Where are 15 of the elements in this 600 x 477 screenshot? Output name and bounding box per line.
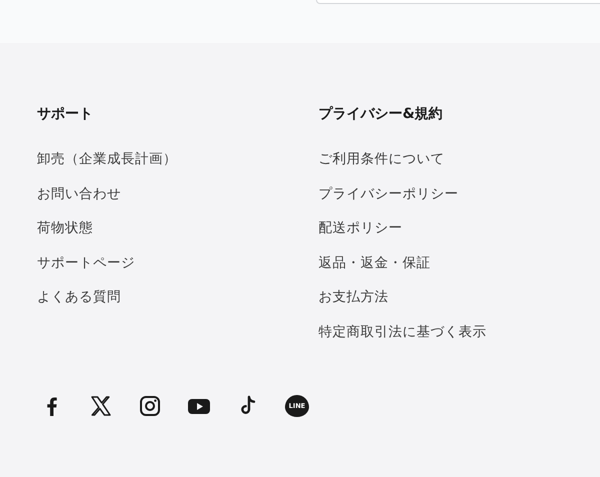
footer-link[interactable]: 特定商取引法に基づく表示 bbox=[318, 322, 486, 342]
column-heading: プライバシー&規約 bbox=[318, 105, 443, 123]
column-heading: サポート bbox=[37, 105, 93, 123]
footer-link[interactable]: サポートページ bbox=[37, 252, 135, 273]
footer-link[interactable]: 返品・返金・保証 bbox=[318, 252, 430, 273]
footer-link[interactable]: 配送ポリシー bbox=[318, 218, 402, 238]
footer-link[interactable]: 荷物状態 bbox=[37, 218, 93, 238]
instagram-icon[interactable] bbox=[138, 394, 162, 418]
footer-link[interactable]: プライバシーポリシー bbox=[318, 184, 458, 204]
footer-link[interactable]: 卸売（企業成長計画） bbox=[37, 149, 177, 169]
footer-link[interactable]: よくある質問 bbox=[37, 287, 121, 308]
footer-link[interactable]: お支払方法 bbox=[318, 287, 388, 308]
footer-link[interactable]: お問い合わせ bbox=[37, 184, 121, 204]
x-logo-icon[interactable] bbox=[89, 394, 113, 418]
footer-link[interactable]: ご利用条件について bbox=[318, 149, 444, 169]
